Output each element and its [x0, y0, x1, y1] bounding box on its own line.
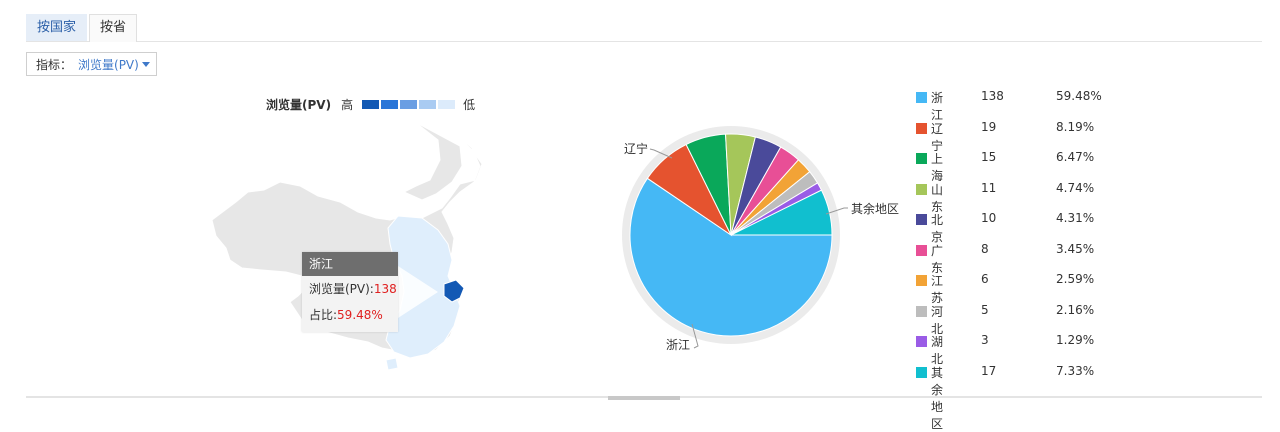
legend-count: 5: [981, 302, 989, 317]
map-legend-high: 高: [341, 98, 354, 112]
legend-swatch: [419, 100, 437, 109]
legend-percent: 7.33%: [1056, 363, 1095, 378]
legend-count: 11: [981, 180, 997, 195]
legend-name: 湖北: [931, 335, 944, 366]
resize-handle[interactable]: [608, 396, 680, 400]
legend-count: 19: [981, 119, 997, 134]
legend-color-swatch: [916, 183, 927, 195]
tooltip-pointer: [398, 266, 438, 318]
legend-percent: 4.74%: [1056, 180, 1095, 195]
pie-label-zhejiang: 浙江: [666, 338, 690, 352]
legend-color-swatch: [916, 275, 927, 286]
tab-by-country[interactable]: 按国家: [26, 14, 88, 41]
legend-swatch: [362, 100, 380, 109]
legend-name: 上海: [931, 152, 944, 183]
legend-name: 江苏: [931, 274, 944, 305]
legend-swatch: [381, 100, 399, 109]
legend-count: 3: [981, 333, 989, 347]
legend-name: 辽宁: [931, 121, 944, 153]
map-tooltip: 浙江 浏览量(PV):138 占比:59.48%: [302, 252, 398, 332]
legend-count: 8: [981, 241, 989, 256]
legend-color-swatch: [916, 122, 927, 134]
map-region-northeast: [402, 121, 463, 201]
tab-by-province[interactable]: 按省: [89, 14, 138, 42]
legend-color-swatch: [916, 366, 927, 378]
tooltip-pv-value: 138: [373, 282, 397, 296]
map-legend-low: 低: [463, 98, 476, 112]
legend-count: 17: [981, 363, 997, 378]
legend-percent: 6.47%: [1056, 150, 1095, 164]
chevron-down-icon[interactable]: [141, 61, 150, 67]
legend-percent: 1.29%: [1056, 333, 1095, 347]
legend-name: 北京: [931, 213, 944, 244]
legend-percent: 3.45%: [1056, 241, 1095, 256]
china-map: [211, 121, 483, 371]
legend-swatch: [438, 100, 456, 109]
legend-color-swatch: [916, 153, 927, 164]
legend-swatch: [400, 100, 418, 109]
legend-percent: 4.31%: [1056, 211, 1095, 225]
legend-count: 6: [981, 272, 989, 286]
legend-count: 138: [981, 89, 1004, 103]
metric-selector[interactable]: 指标： 浏览量(PV): [26, 52, 157, 76]
legend-percent: 8.19%: [1056, 119, 1095, 134]
legend-color-swatch: [916, 92, 927, 103]
legend-count: 10: [981, 211, 997, 225]
legend-name: 山东: [931, 182, 944, 214]
legend-count: 15: [981, 150, 997, 164]
legend-color-swatch: [916, 336, 927, 347]
map-legend: 浏览量(PV) 高 低: [266, 96, 475, 113]
legend-percent: 59.48%: [1056, 89, 1102, 103]
metric-value[interactable]: 浏览量(PV): [78, 56, 139, 73]
region-tabs: 按国家 按省: [26, 14, 1262, 42]
map-region-hainan: [385, 357, 399, 371]
tooltip-share-value: 59.48%: [337, 308, 383, 322]
map-region-zhejiang: [443, 279, 465, 303]
tooltip-title: 浙江: [302, 252, 398, 276]
legend-percent: 2.16%: [1056, 302, 1095, 317]
tooltip-share-label: 占比:: [309, 308, 338, 322]
legend-percent: 2.59%: [1056, 272, 1095, 286]
metric-label: 指标：: [36, 57, 73, 72]
tooltip-share-row: 占比:59.48%: [302, 302, 398, 328]
legend-color-swatch: [916, 244, 927, 256]
legend-color-swatch: [916, 305, 927, 317]
legend-name: 广东: [931, 243, 944, 275]
pie-label-liaoning: 辽宁: [624, 141, 648, 156]
legend-name: 河北: [931, 304, 944, 336]
pie-chart: 辽宁 其余地区 浙江: [622, 126, 899, 352]
map-legend-title: 浏览量(PV): [266, 98, 332, 112]
tooltip-pv-label: 浏览量(PV):: [309, 282, 374, 296]
tooltip-pv-row: 浏览量(PV):138: [302, 276, 398, 302]
legend-name: 浙江: [931, 91, 944, 122]
legend-color-swatch: [916, 214, 927, 225]
pie-label-others: 其余地区: [851, 201, 899, 216]
